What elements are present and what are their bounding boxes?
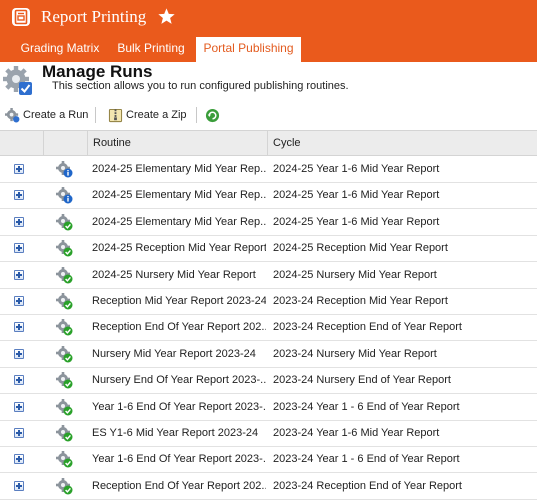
expand-row-icon[interactable]	[14, 480, 24, 491]
tab-portal-publishing[interactable]: Portal Publishing	[196, 37, 301, 62]
cycle-cell: 2024-25 Year 1-6 Mid Year Report	[273, 163, 440, 175]
app-title: Report Printing	[41, 7, 147, 26]
report-printer-icon	[12, 8, 30, 26]
table-row[interactable]: 2024-25 Reception Mid Year Report 2024-25…	[0, 236, 537, 263]
gear-icon	[5, 108, 20, 123]
cycle-cell: 2024-25 Reception Mid Year Report	[273, 242, 448, 255]
toolbar-divider	[196, 107, 197, 123]
column-header-cycle[interactable]: Cycle	[267, 131, 537, 155]
cycle-cell: 2023-24 Reception End of Year Report	[273, 479, 462, 492]
table-row[interactable]: Year 1-6 End Of Year Report 2023-... 2023…	[0, 395, 537, 421]
table-row[interactable]: Reception Mid Year Report 2023-24 2023-24…	[0, 289, 537, 315]
create-run-label: Create a Run	[23, 109, 89, 121]
status-success-icon	[56, 266, 73, 284]
cycle-cell: 2024-25 Year 1-6 Mid Year Report	[273, 189, 440, 202]
status-success-icon	[56, 213, 73, 231]
status-success-icon	[56, 398, 73, 416]
refresh-button[interactable]	[205, 106, 221, 124]
routine-cell: Reception End Of Year Report 202...	[92, 479, 266, 492]
star-icon[interactable]	[157, 7, 176, 26]
zip-icon	[108, 108, 123, 123]
routine-cell: ES Y1-6 Mid Year Report 2023-24	[92, 427, 259, 439]
cycle-cell: 2023-24 Reception End of Year Report	[273, 321, 462, 334]
table-row[interactable]: Year 1-6 End Of Year Report 2023-... 2023…	[0, 447, 537, 474]
expand-row-icon[interactable]	[14, 269, 24, 280]
status-success-icon	[56, 451, 73, 468]
status-info-icon	[56, 161, 73, 178]
expand-row-icon[interactable]	[14, 164, 24, 174]
cycle-cell: 2023-24 Year 1-6 Mid Year Report	[273, 427, 440, 439]
cycle-cell: 2023-24 Reception Mid Year Report	[273, 295, 448, 307]
expand-row-icon[interactable]	[14, 190, 24, 201]
create-run-button[interactable]: Create a Run	[5, 106, 91, 124]
table-row[interactable]: ES Y1-6 Mid Year Report 2023-24 2023-24 Y…	[0, 421, 537, 447]
cycle-cell: 2024-25 Year 1-6 Mid Year Report	[273, 215, 440, 228]
page-title: Manage Runs	[42, 62, 153, 81]
expand-row-icon[interactable]	[14, 296, 24, 306]
status-success-icon	[56, 425, 73, 442]
expand-row-icon[interactable]	[14, 216, 24, 227]
column-header-expand	[0, 131, 43, 155]
cycle-cell: 2023-24 Year 1 - 6 End of Year Report	[273, 453, 460, 466]
routine-cell: 2024-25 Elementary Mid Year Rep...	[92, 189, 266, 202]
table-row[interactable]: Nursery End Of Year Report 2023-... 2023-…	[0, 368, 537, 395]
toolbar-divider	[95, 107, 96, 123]
routine-cell: Year 1-6 End Of Year Report 2023-...	[92, 400, 266, 413]
status-success-icon	[56, 240, 73, 257]
app-header: Report Printing Grading Matrix Bulk Prin…	[0, 0, 537, 62]
table-row[interactable]: Reception End Of Year Report 202... 2023-…	[0, 315, 537, 342]
table-row[interactable]: 2024-25 Elementary Mid Year Rep... 2024-2…	[0, 210, 537, 236]
routine-cell: Reception Mid Year Report 2023-24	[92, 295, 266, 307]
table-row[interactable]: Reception End Of Year Report 202... 2023-…	[0, 474, 537, 500]
tab-bulk-printing[interactable]: Bulk Printing	[110, 37, 192, 62]
routine-cell: Nursery Mid Year Report 2023-24	[92, 347, 256, 360]
refresh-icon	[205, 108, 220, 123]
routine-cell: Reception End Of Year Report 202...	[92, 321, 266, 334]
cycle-cell: 2024-25 Nursery Mid Year Report	[273, 268, 437, 281]
routine-cell: Nursery End Of Year Report 2023-...	[92, 374, 266, 387]
expand-row-icon[interactable]	[14, 322, 24, 333]
expand-row-icon[interactable]	[14, 348, 24, 359]
expand-row-icon[interactable]	[14, 375, 24, 386]
grid-header: Routine Cycle	[0, 130, 537, 156]
column-header-status	[43, 131, 87, 155]
table-row[interactable]: 2024-25 Elementary Mid Year Rep... 2024-2…	[0, 183, 537, 210]
status-info-icon	[56, 187, 73, 204]
table-row[interactable]: 2024-25 Elementary Mid Year Rep... 2024-2…	[0, 157, 537, 183]
runs-grid: Routine Cycle 2024-25 Elementary Mid Yea…	[0, 130, 537, 501]
tab-grading-matrix[interactable]: Grading Matrix	[12, 37, 108, 62]
cycle-cell: 2023-24 Nursery End of Year Report	[273, 374, 451, 387]
routine-cell: 2024-25 Elementary Mid Year Rep...	[92, 215, 266, 228]
cycle-cell: 2023-24 Nursery Mid Year Report	[273, 347, 437, 360]
table-row[interactable]: Nursery Mid Year Report 2023-24 2023-24 N…	[0, 342, 537, 368]
toolbar: Create a Run Create a Zip	[0, 102, 537, 128]
expand-row-icon[interactable]	[14, 454, 24, 465]
page-subtitle: This section allows you to run configure…	[52, 80, 349, 92]
create-zip-label: Create a Zip	[126, 109, 187, 121]
status-success-icon	[56, 293, 73, 310]
create-zip-button[interactable]: Create a Zip	[108, 106, 190, 124]
expand-row-icon[interactable]	[14, 401, 24, 412]
routine-cell: Year 1-6 End Of Year Report 2023-...	[92, 453, 266, 466]
gear-check-icon	[3, 66, 32, 95]
status-success-icon	[56, 477, 73, 495]
routine-cell: 2024-25 Reception Mid Year Report	[92, 242, 266, 255]
expand-row-icon[interactable]	[14, 243, 24, 254]
table-row[interactable]: 2024-25 Nursery Mid Year Report 2024-25 N…	[0, 263, 537, 289]
column-header-routine[interactable]: Routine	[87, 131, 267, 155]
status-success-icon	[56, 319, 73, 336]
status-success-icon	[56, 372, 73, 389]
status-success-icon	[56, 345, 73, 363]
expand-row-icon[interactable]	[14, 428, 24, 438]
routine-cell: 2024-25 Elementary Mid Year Rep...	[92, 163, 266, 175]
cycle-cell: 2023-24 Year 1 - 6 End of Year Report	[273, 400, 460, 413]
routine-cell: 2024-25 Nursery Mid Year Report	[92, 268, 256, 281]
